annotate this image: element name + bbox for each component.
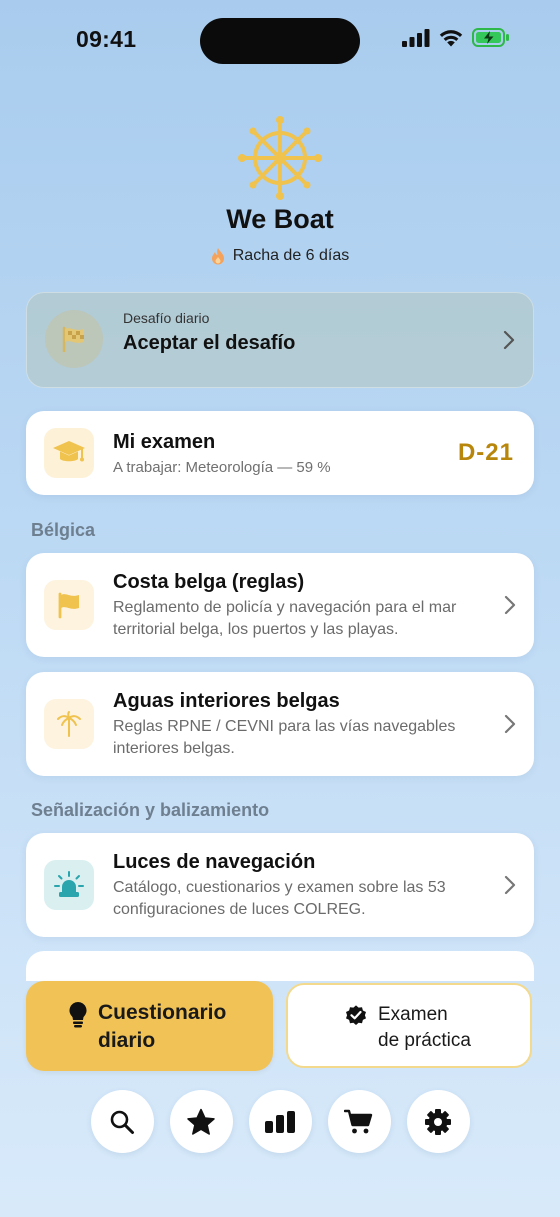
bar-chart-icon (265, 1110, 295, 1133)
course-title: Aguas interiores belgas (113, 690, 340, 712)
cart-icon (344, 1109, 373, 1133)
my-exam-card[interactable]: Mi examen A trabajar: Meteorología — 59 … (26, 411, 534, 495)
course-title: Costa belga (reglas) (113, 571, 305, 593)
tab-settings[interactable] (406, 1090, 470, 1153)
challenge-title: Aceptar el desafío (123, 332, 296, 354)
tab-statistics[interactable] (248, 1090, 312, 1153)
star-icon (187, 1108, 215, 1135)
tab-search[interactable] (90, 1090, 154, 1153)
palm-tree-icon (57, 711, 81, 737)
app-title: We Boat (226, 204, 334, 234)
challenge-icon-badge (45, 310, 103, 368)
chevron-right-icon (504, 714, 516, 734)
streak-indicator: Racha de 6 días (0, 247, 560, 265)
streak-label: Racha de 6 días (232, 247, 350, 264)
exam-title: Mi examen (113, 431, 216, 453)
tab-favorites[interactable] (169, 1090, 233, 1153)
section-label-signals: Señalización y balizamiento (31, 800, 270, 820)
exam-icon-tile (44, 428, 94, 478)
lightbulb-icon (69, 1001, 87, 1028)
practice-exam-button[interactable]: Examen de práctica (286, 983, 532, 1068)
chevron-right-icon (504, 595, 516, 615)
course-title: Luces de navegación (113, 851, 316, 873)
exam-subtitle: A trabajar: Meteorología — 59 % (113, 459, 331, 476)
course-card-belgian-inland-waters[interactable]: Aguas interiores belgas Reglas RPNE / CE… (26, 672, 534, 776)
chevron-right-icon (503, 330, 515, 350)
search-icon (110, 1110, 134, 1134)
daily-challenge-card[interactable]: Desafío diario Aceptar el desafío (26, 292, 534, 388)
flag-icon (58, 592, 79, 619)
status-time: 09:41 (76, 26, 137, 52)
section-label-belgium: Bélgica (31, 520, 96, 540)
course-card-belgian-coast[interactable]: Costa belga (reglas) Reglamento de polic… (26, 553, 534, 657)
status-icons (402, 28, 510, 47)
tab-bar (0, 1090, 560, 1153)
wifi-icon (439, 30, 463, 47)
gear-icon (425, 1108, 451, 1135)
challenge-kicker: Desafío diario (123, 310, 210, 326)
course-card-partial[interactable] (26, 951, 534, 981)
checkered-flag-icon (62, 326, 84, 353)
course-description: Catálogo, cuestionarios y examen sobre l… (113, 879, 446, 918)
chevron-right-icon (504, 875, 516, 895)
beacon-light-icon (54, 871, 84, 897)
tab-shop[interactable] (327, 1090, 391, 1153)
course-icon-tile (44, 580, 94, 630)
daily-quiz-button[interactable]: Cuestionario diario (26, 981, 273, 1071)
course-icon-tile (44, 699, 94, 749)
exam-countdown: D-21 (457, 439, 514, 466)
dynamic-island (200, 18, 360, 64)
verified-badge-icon (346, 1005, 366, 1025)
ship-wheel-logo-icon (238, 116, 322, 200)
course-card-navigation-lights[interactable]: Luces de navegación Catálogo, cuestionar… (26, 833, 534, 937)
course-description: Reglas RPNE / CEVNI para las vías navega… (113, 718, 456, 757)
graduation-cap-icon (53, 441, 85, 462)
practice-exam-label: Examen de práctica (378, 1004, 471, 1051)
cellular-signal-icon (402, 28, 430, 47)
course-icon-tile (44, 860, 94, 910)
battery-charging-icon (472, 28, 509, 47)
course-description: Reglamento de policía y navegación para … (113, 599, 457, 638)
daily-quiz-label: Cuestionario diario (98, 1001, 227, 1052)
flame-icon (211, 248, 224, 265)
